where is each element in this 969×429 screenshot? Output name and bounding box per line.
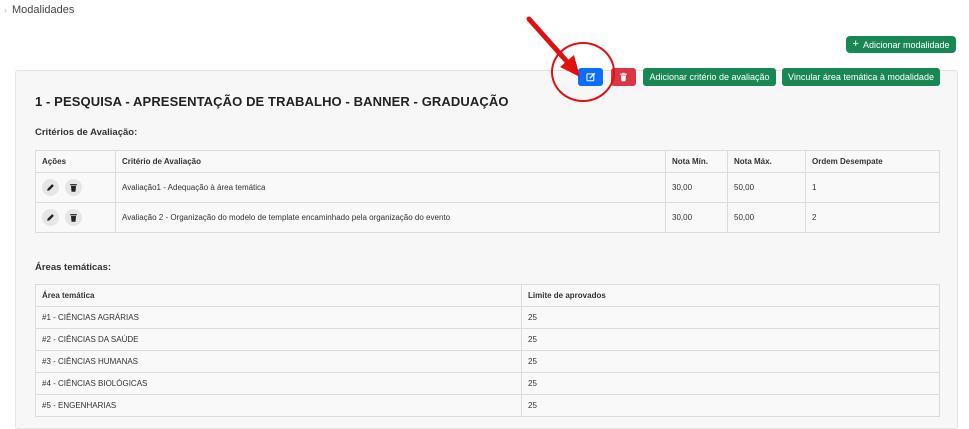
delete-criterio-button[interactable]: [65, 179, 82, 196]
table-row: #1 - CIÊNCIAS AGRÁRIAS 25: [35, 306, 940, 329]
area-cell: #3 - CIÊNCIAS HUMANAS: [35, 350, 522, 373]
breadcrumb-current: Modalidades: [12, 4, 75, 16]
areas-table: Área temática Limite de aprovados #1 - C…: [35, 284, 940, 417]
nota-max-cell: 50,00: [727, 202, 806, 233]
nota-min-cell: 30,00: [665, 172, 728, 203]
limite-cell: 25: [521, 372, 940, 395]
column-header: Área temática: [35, 284, 522, 307]
trash-icon: [70, 214, 77, 222]
table-row: Avaliação 2 - Organização do modelo de t…: [35, 202, 940, 233]
ordem-cell: 2: [805, 202, 940, 233]
criterios-heading: Critérios de Avaliação:: [35, 127, 138, 138]
table-row: #4 - CIÊNCIAS BIOLÓGICAS 25: [35, 372, 940, 395]
plus-icon: +: [852, 38, 859, 50]
area-cell: #1 - CIÊNCIAS AGRÁRIAS: [35, 306, 522, 329]
edit-icon: [585, 72, 595, 82]
table-row: #2 - CIÊNCIAS DA SAÚDE 25: [35, 328, 940, 351]
table-row: #3 - CIÊNCIAS HUMANAS 25: [35, 350, 940, 373]
modalidade-title: 1 - PESQUISA - APRESENTAÇÃO DE TRABALHO …: [35, 94, 509, 109]
table-row: #5 - ENGENHARIAS 25: [35, 394, 940, 417]
criterios-table: Ações Critério de Avaliação Nota Mín. No…: [35, 150, 940, 233]
vincular-area-button[interactable]: Vincular área temática à modalidade: [782, 68, 940, 86]
area-cell: #2 - CIÊNCIAS DA SAÚDE: [35, 328, 522, 351]
breadcrumb: › Modalidades: [4, 4, 74, 16]
areas-heading: Áreas temáticas:: [35, 262, 112, 273]
edit-modalidade-button[interactable]: [578, 68, 603, 86]
delete-modalidade-button[interactable]: [611, 68, 636, 86]
column-header: Limite de aprovados: [521, 284, 940, 307]
pencil-icon: [47, 184, 54, 191]
column-header: Critério de Avaliação: [115, 150, 666, 173]
add-criterio-button[interactable]: Adicionar critério de avaliação: [643, 68, 776, 86]
trash-icon: [620, 72, 627, 82]
pencil-icon: [47, 214, 54, 221]
column-header: Ações: [35, 150, 116, 173]
row-actions: [35, 202, 116, 233]
limite-cell: 25: [521, 306, 940, 329]
limite-cell: 25: [521, 350, 940, 373]
column-header: Ordem Desempate: [805, 150, 940, 173]
limite-cell: 25: [521, 394, 940, 417]
ordem-cell: 1: [805, 172, 940, 203]
edit-criterio-button[interactable]: [42, 209, 59, 226]
column-header: Nota Mín.: [665, 150, 728, 173]
edit-criterio-button[interactable]: [42, 179, 59, 196]
area-cell: #4 - CIÊNCIAS BIOLÓGICAS: [35, 372, 522, 395]
criterio-cell: Avaliação1 - Adequação à área temática: [115, 172, 666, 203]
delete-criterio-button[interactable]: [65, 209, 82, 226]
chevron-right-icon: ›: [4, 5, 7, 15]
column-header: Nota Máx.: [727, 150, 806, 173]
table-header-row: Ações Critério de Avaliação Nota Mín. No…: [35, 150, 940, 173]
trash-icon: [70, 184, 77, 192]
area-cell: #5 - ENGENHARIAS: [35, 394, 522, 417]
criterio-cell: Avaliação 2 - Organização do modelo de t…: [115, 202, 666, 233]
limite-cell: 25: [521, 328, 940, 351]
nota-max-cell: 50,00: [727, 172, 806, 203]
add-modalidade-button[interactable]: + Adicionar modalidade: [846, 36, 956, 53]
table-header-row: Área temática Limite de aprovados: [35, 284, 940, 307]
add-modalidade-label: Adicionar modalidade: [862, 39, 950, 50]
table-row: Avaliação1 - Adequação à área temática 3…: [35, 172, 940, 203]
row-actions: [35, 172, 116, 203]
nota-min-cell: 30,00: [665, 202, 728, 233]
